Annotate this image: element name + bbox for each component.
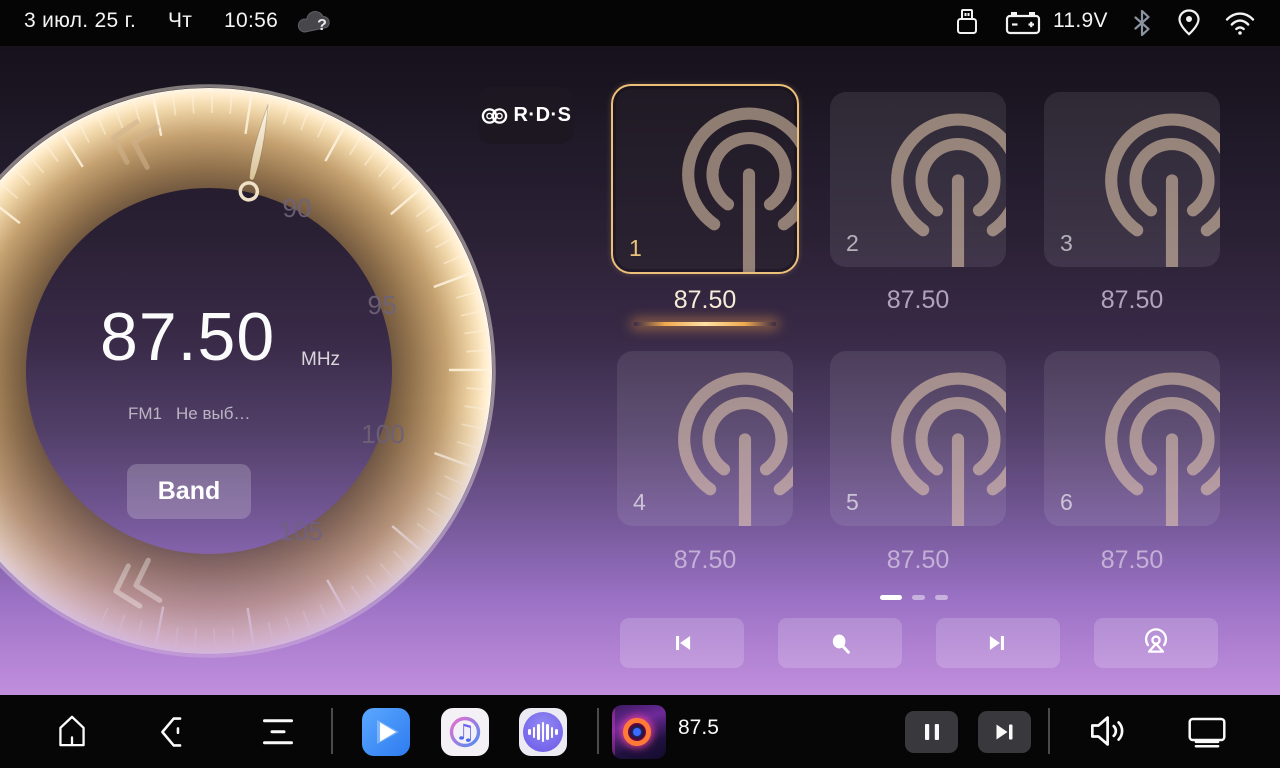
pty-antenna-button[interactable] — [1094, 618, 1218, 668]
bluetooth-icon — [1132, 8, 1152, 38]
preset-frequency-5: 87.50 — [830, 546, 1006, 575]
broadcast-icon — [1096, 371, 1220, 526]
status-time: 10:56 — [224, 9, 278, 33]
volume-icon[interactable] — [1085, 712, 1129, 750]
dial-label-100: 100 — [361, 419, 404, 449]
rds-logo-icon — [480, 105, 510, 127]
band-indicator: FM1 — [128, 404, 162, 424]
pager-dot-1[interactable] — [880, 595, 902, 600]
home-icon[interactable] — [54, 711, 90, 751]
status-bar: 3 июл. 25 г. Чт 10:56 ? 11.9V — [0, 0, 1280, 46]
svg-text:?: ? — [317, 17, 327, 34]
skip-next-icon — [985, 630, 1011, 656]
voice-equalizer-app-icon[interactable] — [519, 708, 567, 756]
status-date: 3 июл. 25 г. — [24, 9, 136, 33]
navigation-bar: ♫ 87.5 — [0, 695, 1280, 768]
screen-off-icon[interactable] — [1186, 715, 1228, 749]
band-button[interactable]: Band — [127, 464, 251, 519]
broadcast-icon — [882, 371, 1006, 526]
preset-number: 3 — [1060, 230, 1073, 257]
selected-preset-glow — [634, 322, 776, 326]
now-playing-album-art[interactable] — [612, 705, 666, 759]
radio-main-area: 90 95 100 105 87.50 MHz FM1 Не выб… — [0, 46, 1280, 695]
now-playing-frequency: 87.5 — [678, 716, 719, 740]
preset-tile-3[interactable]: 3 — [1044, 92, 1220, 267]
preset-tile-1[interactable]: 1 — [611, 84, 799, 274]
video-player-app-icon[interactable] — [362, 708, 410, 756]
navbar-separator — [597, 708, 599, 754]
antenna-broadcast-icon — [1141, 628, 1171, 658]
svg-text:♫: ♫ — [455, 721, 475, 746]
next-track-button[interactable] — [978, 711, 1031, 753]
rds-label: R·D·S — [513, 104, 571, 127]
frequency-unit: MHz — [301, 349, 340, 371]
search-icon — [827, 630, 854, 657]
status-day: Чт — [168, 9, 192, 33]
rds-badge[interactable]: R·D·S — [478, 87, 574, 144]
preset-frequency-6: 87.50 — [1044, 546, 1220, 575]
pager-dot-3[interactable] — [935, 595, 948, 600]
preset-frequency-4: 87.50 — [617, 546, 793, 575]
preset-pager — [880, 595, 948, 600]
seek-next-button[interactable] — [936, 618, 1060, 668]
frequency-readout: 87.50 — [100, 298, 310, 376]
battery-voltage: 11.9V — [1053, 9, 1108, 33]
preset-number: 2 — [846, 230, 859, 257]
pager-dot-2[interactable] — [912, 595, 925, 600]
back-icon[interactable] — [156, 713, 190, 751]
preset-number: 6 — [1060, 489, 1073, 516]
broadcast-icon — [1096, 112, 1220, 267]
broadcast-icon — [669, 371, 793, 526]
music-app-icon[interactable]: ♫ — [441, 708, 489, 756]
preset-number: 5 — [846, 489, 859, 516]
preset-frequency-1: 87.50 — [617, 286, 793, 315]
preset-frequency-2: 87.50 — [830, 286, 1006, 315]
broadcast-icon — [673, 106, 799, 274]
car-battery-icon — [1004, 9, 1042, 37]
location-icon — [1176, 8, 1202, 38]
navbar-separator — [1048, 708, 1050, 754]
speaker-artwork — [623, 718, 651, 746]
seek-previous-button[interactable] — [620, 618, 744, 668]
preset-tile-5[interactable]: 5 — [830, 351, 1006, 526]
dial-label-95: 95 — [368, 290, 397, 320]
dial-label-105: 105 — [279, 516, 322, 546]
preset-number: 1 — [629, 235, 642, 262]
pause-button[interactable] — [905, 711, 958, 753]
skip-previous-icon — [669, 630, 695, 656]
preset-number: 4 — [633, 489, 646, 516]
scan-search-button[interactable] — [778, 618, 902, 668]
weather-unknown-icon[interactable]: ? — [294, 7, 336, 39]
dial-label-90: 90 — [283, 193, 312, 223]
usb-icon — [953, 7, 981, 39]
car-radio-screen: 3 июл. 25 г. Чт 10:56 ? 11.9V — [0, 0, 1280, 768]
voice-wave-icon — [523, 712, 563, 752]
preset-frequency-3: 87.50 — [1044, 286, 1220, 315]
preset-tile-6[interactable]: 6 — [1044, 351, 1220, 526]
menu-icon[interactable] — [260, 715, 296, 749]
skip-next-icon — [994, 722, 1016, 742]
band-button-label: Band — [158, 477, 221, 506]
broadcast-icon — [882, 112, 1006, 267]
pause-icon — [923, 722, 941, 742]
station-name: Не выб… — [176, 404, 250, 424]
preset-tile-2[interactable]: 2 — [830, 92, 1006, 267]
navbar-separator — [331, 708, 333, 754]
wifi-icon — [1224, 11, 1256, 37]
preset-tile-4[interactable]: 4 — [617, 351, 793, 526]
